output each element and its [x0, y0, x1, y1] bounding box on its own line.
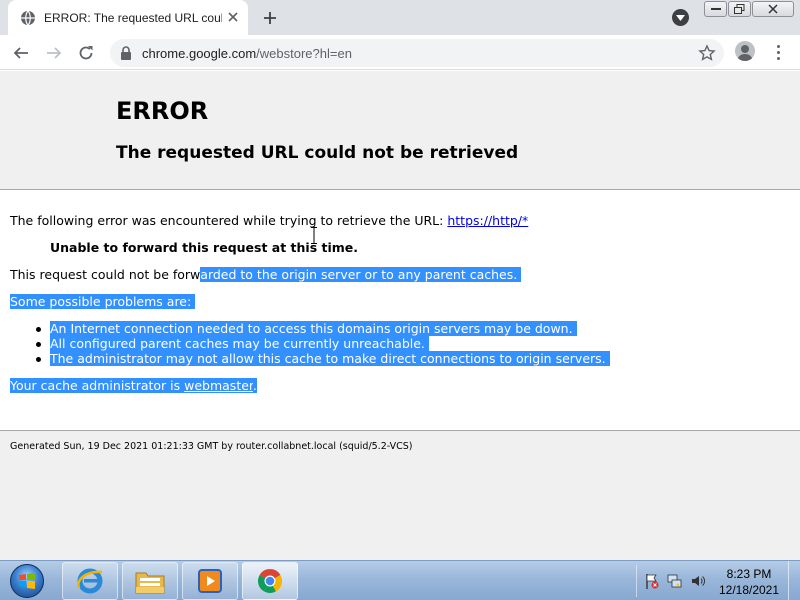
network-icon[interactable] [667, 573, 683, 589]
tab-search-icon[interactable] [672, 9, 689, 26]
footer-text: Generated Sun, 19 Dec 2021 01:21:33 GMT … [10, 441, 413, 452]
list-item: The administrator may not allow this cac… [50, 351, 610, 366]
selection-space [517, 267, 522, 282]
clock-time: 8:23 PM [726, 567, 772, 581]
address-bar[interactable]: chrome.google.com/webstore?hl=en [110, 39, 724, 67]
close-window-icon[interactable] [752, 1, 794, 17]
action-center-flag-icon[interactable] [644, 573, 660, 589]
request-text-start: This request could not be forw [10, 267, 201, 282]
bullet-icon [36, 327, 41, 332]
page-subtitle: The requested URL could not be retrieved [116, 143, 519, 163]
taskbar: 8:23 PM 12/18/2021 [0, 560, 800, 600]
problem-item: The administrator may not allow this cac… [50, 351, 606, 366]
start-button[interactable] [4, 562, 50, 600]
bookmark-star-icon[interactable] [698, 44, 716, 62]
page-title: ERROR [116, 97, 209, 125]
tab-strip: ERROR: The requested URL could not be re… [0, 0, 800, 35]
webmaster-link[interactable]: webmaster [184, 378, 253, 393]
intro-paragraph: The following error was encountered whil… [10, 213, 528, 228]
request-paragraph: This request could not be forwarded to t… [10, 267, 522, 282]
selection-space [191, 294, 196, 309]
new-tab-icon[interactable] [260, 8, 280, 28]
admin-text: Your cache administrator is [10, 378, 185, 393]
windows-explorer-icon[interactable] [122, 562, 178, 600]
windows-logo-icon [10, 564, 44, 598]
clock-date: 12/18/2021 [718, 583, 780, 597]
error-reason: Unable to forward this request at this t… [50, 240, 359, 255]
admin-end: . [252, 378, 257, 393]
intro-text: The following error was encountered whil… [10, 213, 448, 228]
problems-heading: Some possible problems are: [10, 294, 192, 309]
google-chrome-icon[interactable] [242, 562, 298, 600]
reload-icon[interactable] [75, 42, 97, 64]
system-clock[interactable]: 8:23 PM 12/18/2021 [714, 566, 784, 598]
page-footer: Generated Sun, 19 Dec 2021 01:21:33 GMT … [0, 431, 800, 560]
selection-space [605, 351, 610, 366]
request-text-selected: arded to the origin server or to any par… [200, 267, 518, 282]
close-tab-icon[interactable] [226, 10, 240, 24]
selection-space [424, 336, 429, 351]
bullet-icon [36, 357, 41, 362]
problems-heading-line: Some possible problems are: [10, 294, 196, 309]
volume-icon[interactable] [690, 573, 706, 589]
browser-toolbar: chrome.google.com/webstore?hl=en [0, 35, 800, 70]
forward-icon[interactable] [43, 42, 65, 64]
tab-title: ERROR: The requested URL could not be re… [44, 10, 222, 25]
tray-divider [636, 565, 637, 597]
minimize-icon[interactable] [704, 1, 727, 17]
error-page: ERROR The requested URL could not be ret… [0, 71, 800, 560]
list-item: All configured parent caches may be curr… [50, 336, 429, 351]
url-host: chrome.google.com [142, 45, 257, 61]
media-player-icon[interactable] [182, 562, 238, 600]
globe-icon [20, 10, 36, 26]
browser-tab[interactable]: ERROR: The requested URL could not be re… [8, 0, 248, 35]
browser-menu-icon[interactable] [770, 41, 786, 63]
bullet-icon [36, 342, 41, 347]
window-controls [703, 1, 794, 17]
url-path: /webstore?hl=en [256, 45, 352, 61]
problem-item: All configured parent caches may be curr… [50, 336, 425, 351]
back-icon[interactable] [10, 42, 32, 64]
lock-icon[interactable] [120, 46, 132, 60]
internet-explorer-icon[interactable] [62, 562, 118, 600]
selection-space [572, 321, 577, 336]
admin-paragraph: Your cache administrator is webmaster. [10, 378, 257, 393]
requested-url-link[interactable]: https://http/* [447, 213, 528, 228]
error-header: ERROR The requested URL could not be ret… [0, 71, 800, 190]
profile-avatar-icon[interactable] [735, 41, 755, 61]
problem-item: An Internet connection needed to access … [50, 321, 573, 336]
show-desktop-button[interactable] [788, 561, 800, 600]
restore-icon[interactable] [728, 1, 751, 17]
url-text: chrome.google.com/webstore?hl=en [142, 46, 352, 61]
list-item: An Internet connection needed to access … [50, 321, 577, 336]
